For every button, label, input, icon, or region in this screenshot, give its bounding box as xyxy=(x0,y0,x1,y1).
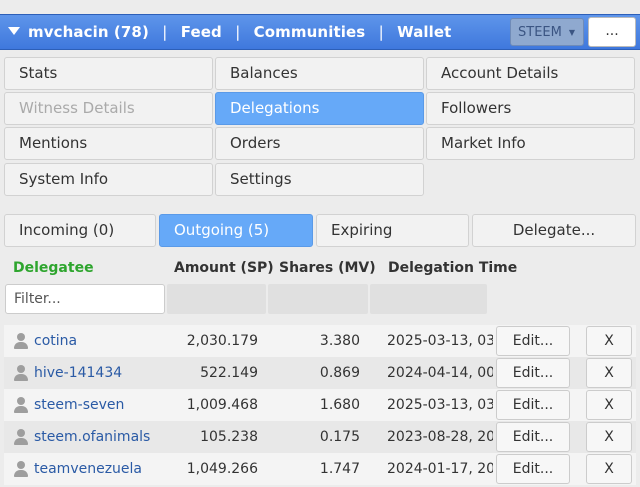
communities-link[interactable]: Communities xyxy=(254,23,366,41)
tab-outgoing[interactable]: Outgoing (5) xyxy=(159,214,313,247)
delegatee-link[interactable]: steem.ofanimals xyxy=(34,421,150,453)
remove-button[interactable]: X xyxy=(586,358,632,388)
delegate-button[interactable]: Delegate... xyxy=(472,214,636,247)
amount-value: 522.149 xyxy=(200,365,258,381)
nav-separator: | xyxy=(162,23,168,41)
menu-witness-details: Witness Details xyxy=(4,92,213,125)
table-row: cotina 2,030.179 3.380 2025-03-13, 03: E… xyxy=(4,325,636,357)
user-icon xyxy=(14,461,28,477)
remove-button[interactable]: X xyxy=(586,390,632,420)
shares-value: 1.680 xyxy=(319,397,360,413)
currency-select[interactable]: STEEM ▼ xyxy=(510,18,584,46)
menu-market-info[interactable]: Market Info xyxy=(426,127,635,160)
delegatee-link[interactable]: steem-seven xyxy=(34,389,124,421)
menu-account-details[interactable]: Account Details xyxy=(426,57,635,90)
more-button[interactable]: ... xyxy=(588,17,636,47)
nav-separator: | xyxy=(378,23,384,41)
delegation-time: 2024-01-17, 20: xyxy=(387,461,493,477)
amount-value: 105.238 xyxy=(200,429,258,445)
filter-spacer xyxy=(268,284,368,314)
table-row: hive-141434 522.149 0.869 2024-04-14, 00… xyxy=(4,357,636,389)
filter-spacer xyxy=(167,284,266,314)
user-icon xyxy=(14,365,28,381)
edit-button[interactable]: Edit... xyxy=(496,454,570,484)
account-link[interactable]: mvchacin (78) xyxy=(28,23,149,41)
edit-button[interactable]: Edit... xyxy=(496,358,570,388)
amount-value: 1,009.468 xyxy=(186,397,258,413)
remove-button[interactable]: X xyxy=(586,326,632,356)
col-header-shares[interactable]: Shares (MV) xyxy=(279,253,376,283)
filter-input[interactable] xyxy=(5,284,165,314)
table-row: steem-seven 1,009.468 1.680 2025-03-13, … xyxy=(4,389,636,421)
menu-followers[interactable]: Followers xyxy=(426,92,635,125)
menu-settings[interactable]: Settings xyxy=(215,163,424,196)
user-icon xyxy=(14,429,28,445)
edit-button[interactable]: Edit... xyxy=(496,326,570,356)
amount-value: 2,030.179 xyxy=(186,333,258,349)
menu-stats[interactable]: Stats xyxy=(4,57,213,90)
delegation-time: 2023-08-28, 20: xyxy=(387,429,493,445)
user-icon xyxy=(14,333,28,349)
delegation-time: 2024-04-14, 00: xyxy=(387,365,493,381)
tab-expiring[interactable]: Expiring xyxy=(316,214,469,247)
menu-system-info[interactable]: System Info xyxy=(4,163,213,196)
caret-down-icon[interactable] xyxy=(8,27,20,35)
shares-value: 0.175 xyxy=(319,429,360,445)
filter-spacer xyxy=(370,284,487,314)
remove-button[interactable]: X xyxy=(586,422,632,452)
shares-value: 1.747 xyxy=(319,461,360,477)
menu-orders[interactable]: Orders xyxy=(215,127,424,160)
remove-button[interactable]: X xyxy=(586,454,632,484)
nav-links: mvchacin (78) | Feed | Communities | Wal… xyxy=(28,23,451,41)
menu-balances[interactable]: Balances xyxy=(215,57,424,90)
delegatee-link[interactable]: cotina xyxy=(34,325,77,357)
menu-delegations[interactable]: Delegations xyxy=(215,92,424,125)
top-nav-bar: mvchacin (78) | Feed | Communities | Wal… xyxy=(0,14,640,50)
table-row: teamvenezuela 1,049.266 1.747 2024-01-17… xyxy=(4,453,636,485)
amount-value: 1,049.266 xyxy=(186,461,258,477)
col-header-time[interactable]: Delegation Time xyxy=(388,253,517,283)
feed-link[interactable]: Feed xyxy=(181,23,222,41)
delegation-time: 2025-03-13, 03: xyxy=(387,333,493,349)
col-header-delegatee[interactable]: Delegatee xyxy=(13,253,94,283)
edit-button[interactable]: Edit... xyxy=(496,422,570,452)
edit-button[interactable]: Edit... xyxy=(496,390,570,420)
nav-separator: | xyxy=(235,23,241,41)
delegatee-link[interactable]: teamvenezuela xyxy=(34,453,142,485)
chevron-down-icon: ▼ xyxy=(568,28,575,37)
delegatee-link[interactable]: hive-141434 xyxy=(34,357,122,389)
col-header-amount[interactable]: Amount (SP) xyxy=(174,253,274,283)
wallet-link[interactable]: Wallet xyxy=(397,23,451,41)
tab-incoming[interactable]: Incoming (0) xyxy=(4,214,156,247)
menu-mentions[interactable]: Mentions xyxy=(4,127,213,160)
table-row: steem.ofanimals 105.238 0.175 2023-08-28… xyxy=(4,421,636,453)
shares-value: 0.869 xyxy=(319,365,360,381)
delegation-time: 2025-03-13, 03: xyxy=(387,397,493,413)
user-icon xyxy=(14,397,28,413)
currency-value: STEEM xyxy=(518,25,562,40)
shares-value: 3.380 xyxy=(319,333,360,349)
